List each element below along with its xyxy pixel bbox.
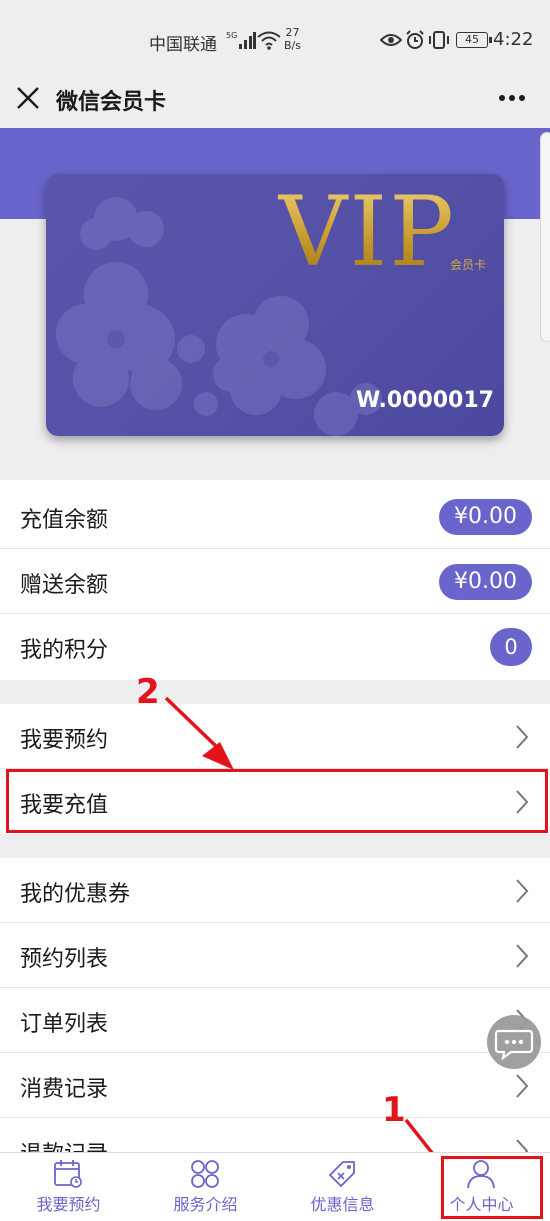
balance-row-recharge: 充值余额 ¥0.00	[0, 484, 550, 549]
more-icon[interactable]	[496, 84, 528, 112]
balance-label: 充值余额	[20, 508, 109, 533]
menu-item-label: 订单列表	[20, 1012, 109, 1037]
balance-value: ¥0.00	[439, 499, 532, 535]
menu-item-label: 消费记录	[20, 1077, 109, 1102]
vip-card[interactable]: VIP 会员卡 W.0000017	[46, 174, 504, 436]
menu-item-label: 我要预约	[20, 728, 109, 753]
menu-item-coupons[interactable]: 我的优惠券	[0, 858, 550, 923]
highlight-box-recharge	[6, 769, 548, 833]
vip-subtitle: 会员卡	[450, 258, 487, 272]
chevron-right-icon	[516, 944, 529, 968]
net-speed: 27 B/s	[284, 26, 301, 52]
status-bar: 中国联通 5G 27 B/s 45 4:22	[0, 0, 550, 72]
vibrate-icon	[429, 31, 449, 49]
tab-promotions[interactable]: 优惠信息	[274, 1153, 411, 1221]
card-peek-edge	[540, 132, 550, 342]
tab-label: 服务介绍	[173, 1195, 238, 1214]
menu-item-spending-records[interactable]: 消费记录	[0, 1053, 550, 1118]
clock: 4:22	[493, 29, 534, 50]
highlight-box-profile-tab	[441, 1156, 543, 1219]
signal-icon: 5G	[226, 31, 256, 49]
menu-item-appointment-list[interactable]: 预约列表	[0, 923, 550, 988]
balance-label: 赠送余额	[20, 573, 109, 598]
section-divider	[0, 680, 550, 704]
menu-item-label: 预约列表	[20, 947, 109, 972]
grid-icon	[191, 1160, 219, 1188]
tag-icon	[328, 1161, 355, 1188]
section-divider	[0, 834, 550, 858]
points-row: 我的积分 0	[0, 614, 550, 679]
net-speed-value: 27	[285, 26, 300, 39]
menu-item-order-list[interactable]: 订单列表	[0, 988, 550, 1053]
svg-text:5G: 5G	[226, 31, 237, 40]
menu-item-appointment[interactable]: 我要预约	[0, 704, 550, 769]
tab-label: 优惠信息	[310, 1195, 375, 1214]
calendar-icon	[54, 1160, 82, 1188]
balance-row-gift: 赠送余额 ¥0.00	[0, 549, 550, 614]
chat-bubble-icon	[494, 1029, 534, 1061]
close-icon[interactable]	[14, 84, 42, 112]
eye-icon	[380, 34, 402, 46]
tab-appointment[interactable]: 我要预约	[0, 1153, 137, 1221]
carrier-label: 中国联通	[149, 35, 217, 55]
tab-label: 我要预约	[36, 1195, 101, 1214]
points-label: 我的积分	[20, 638, 109, 663]
battery-indicator: 45	[456, 32, 492, 48]
points-value: 0	[490, 628, 532, 666]
balance-value: ¥0.00	[439, 564, 532, 600]
nav-bar: 微信会员卡	[0, 72, 550, 128]
net-speed-unit: B/s	[284, 39, 301, 52]
chevron-right-icon	[516, 725, 529, 749]
chevron-right-icon	[516, 1074, 529, 1098]
card-number: W.0000017	[356, 388, 494, 413]
vip-title: VIP	[278, 176, 456, 288]
chevron-right-icon	[516, 879, 529, 903]
tab-services[interactable]: 服务介绍	[137, 1153, 274, 1221]
wifi-icon	[257, 31, 281, 50]
annotation-step-2: 2	[136, 672, 160, 712]
menu-item-label: 我的优惠券	[20, 882, 131, 907]
alarm-icon	[406, 30, 424, 49]
annotation-arrow-2	[164, 696, 234, 770]
chat-button[interactable]	[487, 1015, 541, 1069]
page-title: 微信会员卡	[56, 90, 167, 115]
